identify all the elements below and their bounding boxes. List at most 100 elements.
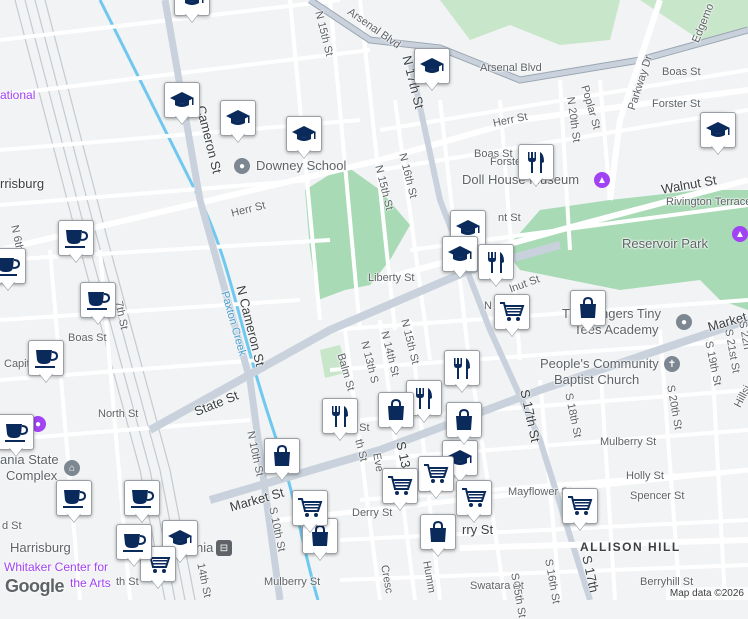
coffee-cup-icon: [5, 424, 29, 442]
street-label-boas-st-3: Boas St: [68, 332, 107, 344]
place-label-harrisburg-station[interactable]: Harrisburg: [10, 540, 71, 555]
place-label-whitaker-1[interactable]: Whitaker Center for: [4, 560, 108, 574]
cafe-marker[interactable]: [0, 414, 34, 460]
street-label-liberty-st: Liberty St: [368, 272, 415, 284]
school-marker[interactable]: [700, 112, 736, 158]
grocery-marker[interactable]: [292, 490, 328, 536]
cafe-marker[interactable]: [80, 282, 116, 328]
shopping-marker[interactable]: [420, 514, 456, 560]
graduation-cap-icon: [448, 246, 472, 261]
graduation-cap-icon: [456, 220, 480, 235]
shopping-marker[interactable]: [378, 392, 414, 438]
grocery-marker[interactable]: [382, 468, 418, 514]
cafe-marker[interactable]: [58, 220, 94, 266]
street-label-nt-st: nt St: [498, 212, 521, 224]
street-label-spencer-st: Spencer St: [630, 490, 685, 502]
school-marker[interactable]: [174, 0, 210, 26]
church-poi-dot[interactable]: ✝: [664, 356, 680, 372]
cafe-marker[interactable]: [28, 340, 64, 386]
fork-knife-icon: [488, 252, 504, 273]
coffee-cup-icon: [131, 490, 155, 508]
street-label-n17th-partial: N: [484, 300, 492, 312]
place-label-peoples-church-1[interactable]: People's Community: [540, 356, 659, 371]
park-top: [440, 0, 620, 45]
place-label-harrisburg: rrisburg: [0, 176, 45, 191]
school-marker[interactable]: [414, 48, 450, 94]
place-label-nia: nia: [196, 540, 214, 555]
shopping-cart-icon: [568, 496, 593, 515]
school-marker[interactable]: [164, 82, 200, 128]
park-poi-dot[interactable]: ▲: [732, 226, 748, 242]
street-label-holly-st: Holly St: [626, 470, 664, 482]
school-poi-dot[interactable]: ●: [234, 158, 250, 174]
coffee-cup-icon: [63, 490, 87, 508]
train-station-icon[interactable]: ⊟: [216, 540, 232, 556]
place-label-state-complex-2[interactable]: Complex: [6, 468, 57, 483]
shopping-bag-icon: [274, 445, 290, 466]
restaurant-marker[interactable]: [322, 398, 358, 444]
fork-knife-icon: [528, 152, 544, 173]
street-label-forster-st-2: Forste: [490, 156, 522, 168]
graduation-cap-icon: [292, 126, 316, 141]
street-label-forster-st: Forster St: [652, 98, 701, 110]
street-label-arsenal-blvd-2: Arsenal Blvd: [480, 62, 542, 74]
school-marker[interactable]: [220, 100, 256, 146]
coffee-cup-icon: [0, 258, 21, 276]
graduation-cap-icon: [420, 58, 444, 73]
restaurant-marker[interactable]: [444, 350, 480, 396]
complex-poi-dot[interactable]: ⌂: [64, 460, 80, 476]
graduation-cap-icon: [170, 92, 194, 107]
coffee-cup-icon: [35, 350, 59, 368]
shopping-marker[interactable]: [264, 438, 300, 484]
place-label-whitaker-2[interactable]: the Arts: [70, 576, 111, 590]
shopping-bag-icon: [388, 399, 404, 420]
street-label-mulberry-st-2: Mulberry St: [600, 436, 657, 448]
street-label-north-st: North St: [98, 408, 139, 420]
school-marker[interactable]: [442, 236, 478, 282]
cafe-marker[interactable]: [116, 524, 152, 570]
museum-poi-dot[interactable]: ▲: [594, 172, 610, 188]
coffee-cup-icon: [87, 292, 111, 310]
map-attribution[interactable]: Map data ©2026: [665, 587, 748, 600]
google-logo: Google: [5, 576, 65, 596]
graduation-cap-icon: [226, 110, 250, 125]
street-label-rivington-terrace: Rivington Terrace: [666, 196, 748, 208]
place-label-reservoir-park[interactable]: Reservoir Park: [622, 236, 708, 251]
shopping-cart-icon: [424, 464, 449, 483]
area-label-allison-hill: ALLISON HILL: [580, 540, 681, 554]
fork-knife-icon: [416, 388, 432, 409]
shopping-cart-icon: [462, 488, 487, 507]
shopping-bag-icon: [580, 297, 596, 318]
street-label-boas-st-2: Boas St: [662, 66, 701, 78]
place-label-peoples-church-2[interactable]: Baptist Church: [554, 372, 639, 387]
school-marker[interactable]: [286, 116, 322, 162]
restaurant-marker[interactable]: [478, 244, 514, 290]
shopping-bag-icon: [430, 521, 446, 542]
grocery-marker[interactable]: [456, 480, 492, 526]
coffee-cup-icon: [65, 230, 89, 248]
grocery-marker[interactable]: [494, 294, 530, 340]
cafe-marker[interactable]: [124, 480, 160, 526]
cafe-marker[interactable]: [0, 248, 26, 294]
shopping-marker[interactable]: [446, 402, 482, 448]
fork-knife-icon: [332, 406, 348, 427]
shopping-marker[interactable]: [570, 290, 606, 336]
shopping-cart-icon: [298, 498, 323, 517]
grocery-marker[interactable]: [562, 488, 598, 534]
shopping-cart-icon: [500, 302, 525, 321]
graduation-cap-icon: [185, 0, 204, 5]
graduation-cap-icon: [168, 530, 192, 545]
shopping-cart-icon: [388, 476, 413, 495]
coffee-cup-icon: [123, 534, 147, 552]
restaurant-marker[interactable]: [518, 144, 554, 190]
shopping-bag-icon: [456, 409, 472, 430]
grocery-marker[interactable]: [418, 456, 454, 502]
street-label-th-st: th St: [116, 576, 139, 588]
street-label-mulberry-st: Mulberry St: [264, 576, 321, 588]
fork-knife-icon: [454, 358, 470, 379]
graduation-cap-icon: [706, 122, 730, 137]
street-label-d-st: d St: [2, 520, 22, 532]
cafe-marker[interactable]: [56, 480, 92, 526]
place-label-national: ational: [0, 88, 36, 102]
academy-poi-dot[interactable]: ●: [676, 314, 692, 330]
